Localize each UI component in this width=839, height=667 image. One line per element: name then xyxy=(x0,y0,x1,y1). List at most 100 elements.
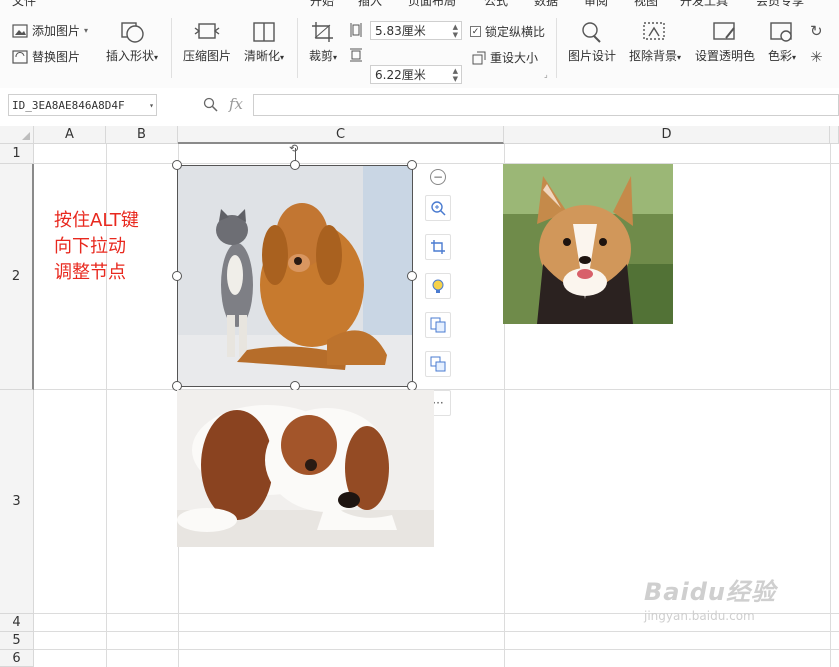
instruction-note: 按住ALT键 向下拉动 调整节点 xyxy=(54,208,139,286)
watermark-url: jingyan.baidu.com xyxy=(644,609,755,623)
zoom-in-icon xyxy=(431,201,446,216)
resize-handle-e[interactable] xyxy=(407,271,417,281)
remove-background-button[interactable]: 抠除背景▾ xyxy=(624,20,686,64)
tab-developer[interactable]: 开发工具 xyxy=(680,0,728,9)
selection-frame xyxy=(177,165,413,387)
row-header-6[interactable]: 6 xyxy=(0,650,34,667)
color-button[interactable]: 色彩▾ xyxy=(764,20,800,64)
tab-review[interactable]: 审阅 xyxy=(584,0,608,9)
crop-button[interactable]: 裁剪▾ xyxy=(304,20,342,64)
insert-shape-label: 插入形状 xyxy=(105,49,154,63)
insert-shape-button[interactable]: 插入形状▾ xyxy=(102,20,162,64)
column-header-d[interactable]: D xyxy=(504,126,830,144)
set-transparent-label: 设置透明色 xyxy=(694,49,755,63)
name-box[interactable]: ID_3EA8AE846A8D4F ▾ xyxy=(8,94,157,116)
spaniel-photo xyxy=(177,390,434,547)
row-header-4[interactable]: 4 xyxy=(0,614,34,632)
lock-ratio-label: 锁定纵横比 xyxy=(485,25,546,39)
tab-insert[interactable]: 插入 xyxy=(358,0,382,9)
tab-file[interactable]: 文件 xyxy=(12,0,36,9)
resize-handle-ne[interactable] xyxy=(407,160,417,170)
column-header-b[interactable]: B xyxy=(106,126,178,144)
tab-home[interactable]: 开始 xyxy=(310,0,334,9)
add-image-button[interactable]: 添加图片 ▾ xyxy=(12,22,88,39)
dialog-launcher-icon[interactable]: ⌟ xyxy=(544,70,548,79)
tab-data[interactable]: 数据 xyxy=(534,0,558,9)
color-icon xyxy=(770,22,792,42)
height-spinner[interactable]: ▲ ▼ xyxy=(453,23,458,39)
fx-icon[interactable]: fx xyxy=(229,95,243,113)
transparent-icon xyxy=(713,22,735,40)
compress-image-button[interactable]: 压缩图片 xyxy=(181,20,233,64)
column-header-e[interactable] xyxy=(830,126,839,144)
replace-image-label: 替换图片 xyxy=(32,50,81,64)
height-value: 5.83厘米 xyxy=(375,24,426,38)
width-icon xyxy=(350,48,362,62)
baidu-watermark: Baidu经验 jingyan.baidu.com xyxy=(644,572,776,623)
crop-label: 裁剪 xyxy=(308,49,333,63)
rotate-handle-icon[interactable]: ⟲ xyxy=(289,142,298,155)
reset-size-button[interactable]: 重设大小 xyxy=(472,49,538,66)
row-header-5[interactable]: 5 xyxy=(0,632,34,650)
watermark-brand: Baidu经验 xyxy=(644,578,776,606)
dropdown-icon: ▾ xyxy=(84,26,89,35)
color-label: 色彩 xyxy=(767,49,792,63)
width-input[interactable]: 6.22厘米 ▲ ▼ xyxy=(370,65,462,84)
convert-icon xyxy=(430,317,446,333)
row-header-3[interactable]: 3 xyxy=(0,390,34,614)
width-spinner[interactable]: ▲ ▼ xyxy=(453,67,458,83)
name-box-dropdown-icon[interactable]: ▾ xyxy=(149,101,154,110)
shape-icon xyxy=(121,22,144,43)
row-header-1[interactable]: 1 xyxy=(0,144,34,164)
image-design-button[interactable]: 图片设计 xyxy=(566,20,618,64)
reset-size-label: 重设大小 xyxy=(490,51,539,65)
zoom-formula-icon[interactable] xyxy=(203,97,218,112)
remove-bg-label: 抠除背景 xyxy=(628,49,677,63)
replace-image-button[interactable]: 替换图片 xyxy=(12,48,80,65)
compress-icon xyxy=(194,23,220,39)
tab-page-layout[interactable]: 页面布局 xyxy=(408,0,456,9)
corgi-photo xyxy=(503,164,673,324)
image-design-label: 图片设计 xyxy=(567,49,616,63)
checkbox-checked-icon: ✓ xyxy=(470,26,481,37)
sharpen-button[interactable]: 清晰化▾ xyxy=(240,20,288,64)
lock-ratio-checkbox[interactable]: ✓ 锁定纵横比 xyxy=(470,23,545,40)
column-header-c[interactable]: C xyxy=(178,126,504,144)
rotate-icon[interactable]: ↻ xyxy=(810,22,823,40)
tab-formula[interactable]: 公式 xyxy=(484,0,508,9)
crop-icon xyxy=(431,240,445,254)
width-value: 6.22厘米 xyxy=(375,68,426,82)
tab-view[interactable]: 视图 xyxy=(634,0,658,9)
float-crop-button[interactable] xyxy=(425,234,451,260)
note-line-3: 调整节点 xyxy=(54,262,126,283)
name-box-value: ID_3EA8AE846A8D4F xyxy=(12,98,125,112)
zoom-out-icon[interactable]: − xyxy=(430,169,446,185)
height-input[interactable]: 5.83厘米 ▲ ▼ xyxy=(370,21,462,40)
set-transparent-button[interactable]: 设置透明色 xyxy=(694,20,756,64)
idea-icon xyxy=(432,279,444,293)
resize-handle-n[interactable] xyxy=(290,160,300,170)
reset-size-icon xyxy=(472,51,486,64)
formula-input[interactable] xyxy=(253,94,839,116)
resize-handle-w[interactable] xyxy=(172,271,182,281)
tab-member[interactable]: 会员专享 xyxy=(756,0,804,9)
resize-handle-nw[interactable] xyxy=(172,160,182,170)
layout-button[interactable] xyxy=(425,351,451,377)
height-icon xyxy=(350,23,362,37)
sharpen-label: 清晰化 xyxy=(243,49,280,63)
select-all-corner[interactable] xyxy=(0,126,34,144)
row-header-2[interactable]: 2 xyxy=(0,164,34,390)
effects-icon[interactable]: ✳ xyxy=(810,48,823,66)
convert-button[interactable] xyxy=(425,312,451,338)
add-image-label: 添加图片 xyxy=(32,24,81,38)
zoom-in-button[interactable] xyxy=(425,195,451,221)
pet-image-spaniel[interactable] xyxy=(177,390,434,547)
smart-idea-button[interactable] xyxy=(425,273,451,299)
column-header-a[interactable]: A xyxy=(34,126,106,144)
pet-image-corgi[interactable] xyxy=(503,164,673,324)
crop-icon xyxy=(312,22,333,42)
ribbon: 文件 开始 插入 页面布局 公式 数据 审阅 视图 开发工具 会员专享 添加图片… xyxy=(0,0,839,89)
layout-icon xyxy=(430,356,446,372)
replace-image-icon xyxy=(12,49,28,64)
note-line-2: 向下拉动 xyxy=(54,236,126,257)
